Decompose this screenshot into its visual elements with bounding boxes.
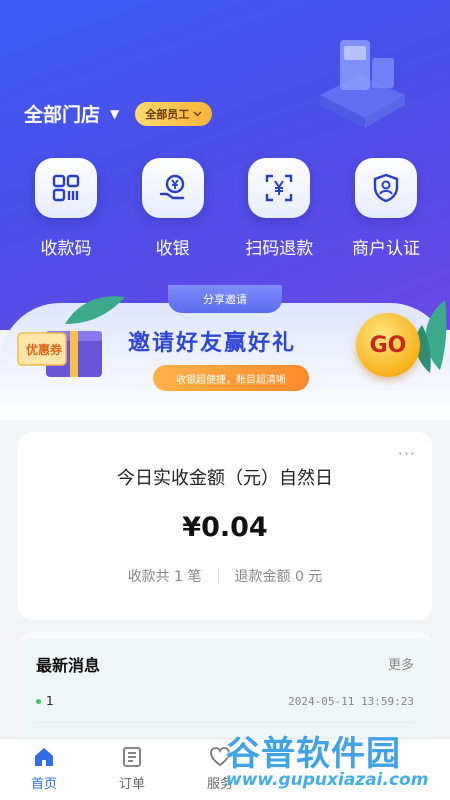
isometric-illustration <box>320 40 405 128</box>
qr-grid-icon <box>52 174 80 202</box>
staff-filter-label: 全部员工 <box>145 107 190 121</box>
yen-hand-icon <box>159 174 184 200</box>
tab-home[interactable]: 首页 <box>0 739 88 800</box>
store-selector[interactable]: 全部门店 ▼ 全部员工 <box>24 100 213 127</box>
home-icon <box>35 748 53 766</box>
hero-header: 全部门店 ▼ 全部员工 收款码 收银 扫码退款 商户认证 <box>0 0 450 330</box>
message-time: 2024-05-11 13:59:23 <box>288 694 414 708</box>
coupon-illustration: 优惠券 <box>16 315 108 385</box>
go-button[interactable]: GO <box>356 313 420 377</box>
unread-dot <box>36 698 41 704</box>
action-scan-refund[interactable]: 扫码退款 <box>231 158 327 259</box>
message-text: 1 <box>46 694 54 708</box>
caret-down-icon: ▼ <box>110 106 120 121</box>
list-item[interactable]: 1 2024-05-11 13:59:23 <box>36 694 414 708</box>
site-watermark: 谷普软件园 www.gupuxiazai.com <box>224 722 450 800</box>
banner-subtitle: 收银超便捷，账目超清晰 <box>153 365 309 391</box>
invite-banner[interactable]: 分享邀请 优惠券 邀请好友赢好礼 收银超便捷，账目超清晰 GO <box>0 285 450 420</box>
action-tile <box>141 158 204 218</box>
action-qr-code[interactable]: 收款码 <box>18 158 114 259</box>
order-list-icon <box>123 747 141 767</box>
watermark-url: www.gupuxiazai.com <box>226 770 429 790</box>
action-label: 收银 <box>155 239 190 259</box>
revenue-stats: 收款共 1 笔 退款金额 0 元 <box>18 566 432 586</box>
scan-yen-icon <box>266 174 293 202</box>
action-cashier[interactable]: 收银 <box>125 158 221 259</box>
revenue-amount: ¥0.04 <box>182 512 268 543</box>
action-tile <box>248 158 311 218</box>
tab-label: 订单 <box>118 777 145 792</box>
action-label: 扫码退款 <box>245 239 314 259</box>
store-name: 全部门店 <box>24 104 101 126</box>
stats-divider <box>217 569 219 583</box>
payment-count: 收款共 1 笔 <box>127 569 202 585</box>
revenue-title: 今日实收金额（元）自然日 <box>117 468 333 489</box>
action-merchant-verify[interactable]: 商户认证 <box>338 158 434 259</box>
tab-label: 首页 <box>30 777 57 792</box>
messages-title: 最新消息 <box>36 656 101 675</box>
more-options-icon[interactable]: ··· <box>398 444 416 463</box>
shield-check-icon <box>373 173 399 203</box>
action-label: 收款码 <box>40 239 92 259</box>
quick-actions: 收款码 收银 扫码退款 商户认证 <box>0 158 450 259</box>
banner-title: 邀请好友赢好礼 <box>128 331 297 356</box>
messages-more-link[interactable]: 更多 <box>388 654 414 673</box>
action-label: 商户认证 <box>351 239 420 259</box>
chevron-down-icon <box>193 111 202 116</box>
action-tile <box>35 158 97 218</box>
action-tile <box>354 158 417 218</box>
coupon-label: 优惠券 <box>26 343 63 357</box>
revenue-card: ··· 今日实收金额（元）自然日 ¥0.04 收款共 1 笔 退款金额 0 元 <box>18 432 432 620</box>
watermark-title: 谷普软件园 <box>226 734 401 774</box>
tab-orders[interactable]: 订单 <box>88 739 176 800</box>
refund-amount: 退款金额 0 元 <box>234 569 323 585</box>
banner-tab: 分享邀请 <box>168 285 282 313</box>
staff-filter-pill[interactable]: 全部员工 <box>135 101 213 126</box>
